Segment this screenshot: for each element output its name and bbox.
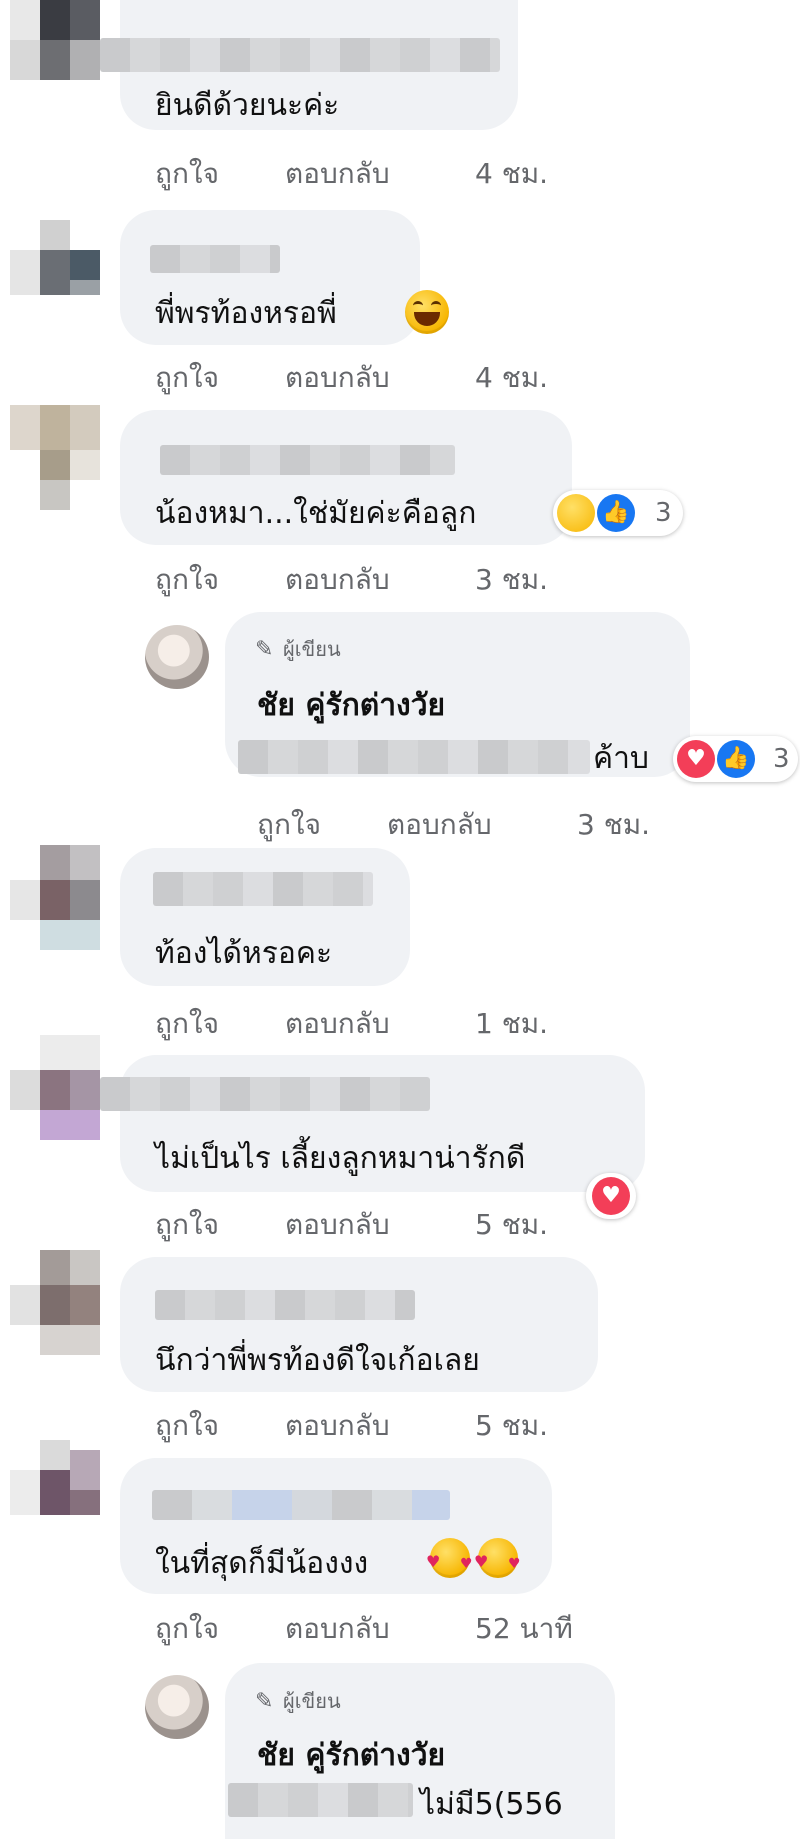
like-button[interactable]: ถูกใจ: [155, 1607, 219, 1651]
blurred-name: [155, 1290, 415, 1320]
comment-actions: ถูกใจ ตอบกลับ 4 ชม.: [155, 356, 655, 396]
comment-text: น้องหมา...ใช่มัยค่ะคือลูก: [155, 496, 477, 531]
avatar[interactable]: [10, 1440, 120, 1550]
reaction-count: 3: [773, 744, 790, 774]
blurred-name: [100, 1077, 430, 1111]
comment-actions: ถูกใจ ตอบกลับ 5 ชม.: [155, 1404, 655, 1444]
reply-button[interactable]: ตอบกลับ: [285, 1203, 390, 1247]
like-button[interactable]: ถูกใจ: [155, 1404, 219, 1448]
timestamp[interactable]: 3 ชม.: [577, 803, 650, 847]
timestamp[interactable]: 1 ชม.: [475, 1002, 548, 1046]
like-button[interactable]: ถูกใจ: [155, 558, 219, 602]
like-reaction-icon: 👍: [717, 740, 755, 778]
author-badge: ✎ ผู้เขียน: [255, 1689, 341, 1714]
haha-reaction-icon: [557, 494, 595, 532]
blurred-name: [160, 445, 455, 475]
author-name[interactable]: ชัย คู่รักต่างวัย: [257, 682, 445, 729]
pen-icon: ✎: [255, 1689, 274, 1714]
timestamp[interactable]: 4 ชม.: [475, 152, 548, 196]
author-avatar[interactable]: [145, 1675, 209, 1739]
like-button[interactable]: ถูกใจ: [155, 356, 219, 400]
avatar[interactable]: [10, 405, 120, 515]
blurred-name: [152, 1490, 450, 1520]
comment-text: ในที่สุดก็มีน้องงง: [155, 1546, 369, 1581]
like-reaction-icon: 👍: [597, 494, 635, 532]
comment-actions: ถูกใจ ตอบกลับ 5 ชม.: [155, 1203, 655, 1243]
timestamp[interactable]: 3 ชม.: [475, 558, 548, 602]
comment-actions: ถูกใจ ตอบกลับ 3 ชม.: [155, 558, 655, 598]
comment-actions: ถูกใจ ตอบกลับ 52 นาที: [155, 1607, 655, 1647]
pen-icon: ✎: [255, 637, 274, 662]
like-button[interactable]: ถูกใจ: [155, 1203, 219, 1247]
like-button[interactable]: ถูกใจ: [155, 152, 219, 196]
comment-actions: ถูกใจ ตอบกลับ 1 ชม.: [155, 1002, 655, 1042]
laughing-face-icon: [405, 290, 449, 334]
like-button[interactable]: ถูกใจ: [257, 803, 321, 847]
avatar[interactable]: [10, 845, 120, 955]
comment-text: ไม่เป็นไร เลี้ยงลูกหมาน่ารักดี: [155, 1141, 526, 1176]
comment-text: นึกว่าพี่พรท้องดีใจเก้อเลย: [155, 1343, 480, 1378]
blurred-name: [100, 38, 500, 72]
comment-actions: ถูกใจ ตอบกลับ 4 ชม.: [155, 152, 655, 192]
reaction-summary[interactable]: 👍 3: [553, 490, 683, 536]
like-button[interactable]: ถูกใจ: [155, 1002, 219, 1046]
reaction-summary[interactable]: ♥ 👍 3: [673, 736, 798, 782]
blurred-text: [228, 1783, 413, 1817]
author-name[interactable]: ชัย คู่รักต่างวัย: [257, 1732, 445, 1779]
reply-button[interactable]: ตอบกลับ: [387, 803, 492, 847]
reply-text-tail: ค้าบ: [593, 741, 649, 776]
reply-button[interactable]: ตอบกลับ: [285, 558, 390, 602]
avatar[interactable]: [10, 205, 120, 315]
reply-button[interactable]: ตอบกลับ: [285, 152, 390, 196]
love-reaction-icon: ♥: [677, 740, 715, 778]
comment-text: พี่พรท้องหรอพี่: [155, 296, 337, 331]
author-avatar[interactable]: [145, 625, 209, 689]
reply-text-tail: ไม่มี5(556: [420, 1787, 563, 1822]
reaction-count: 3: [655, 498, 672, 528]
timestamp[interactable]: 52 นาที: [475, 1607, 573, 1651]
author-badge: ✎ ผู้เขียน: [255, 637, 341, 662]
reply-actions: ถูกใจ ตอบกลับ 3 ชม.: [257, 803, 757, 843]
comment-text: ท้องได้หรอคะ: [155, 936, 333, 971]
reply-button[interactable]: ตอบกลับ: [285, 1404, 390, 1448]
avatar[interactable]: [10, 1250, 120, 1360]
blurred-text: [238, 740, 590, 774]
reply-button[interactable]: ตอบกลับ: [285, 1607, 390, 1651]
reply-button[interactable]: ตอบกลับ: [285, 1002, 390, 1046]
blurred-name: [150, 245, 280, 273]
smiling-face-with-hearts-icon: ♥ ♥: [474, 1538, 521, 1578]
timestamp[interactable]: 5 ชม.: [475, 1404, 548, 1448]
timestamp[interactable]: 4 ชม.: [475, 356, 548, 400]
comment-text: ยินดีด้วยนะค่ะ: [155, 88, 340, 123]
smiling-face-with-hearts-icon: ♥ ♥: [426, 1538, 473, 1578]
blurred-name: [153, 872, 373, 906]
reply-button[interactable]: ตอบกลับ: [285, 356, 390, 400]
timestamp[interactable]: 5 ชม.: [475, 1203, 548, 1247]
